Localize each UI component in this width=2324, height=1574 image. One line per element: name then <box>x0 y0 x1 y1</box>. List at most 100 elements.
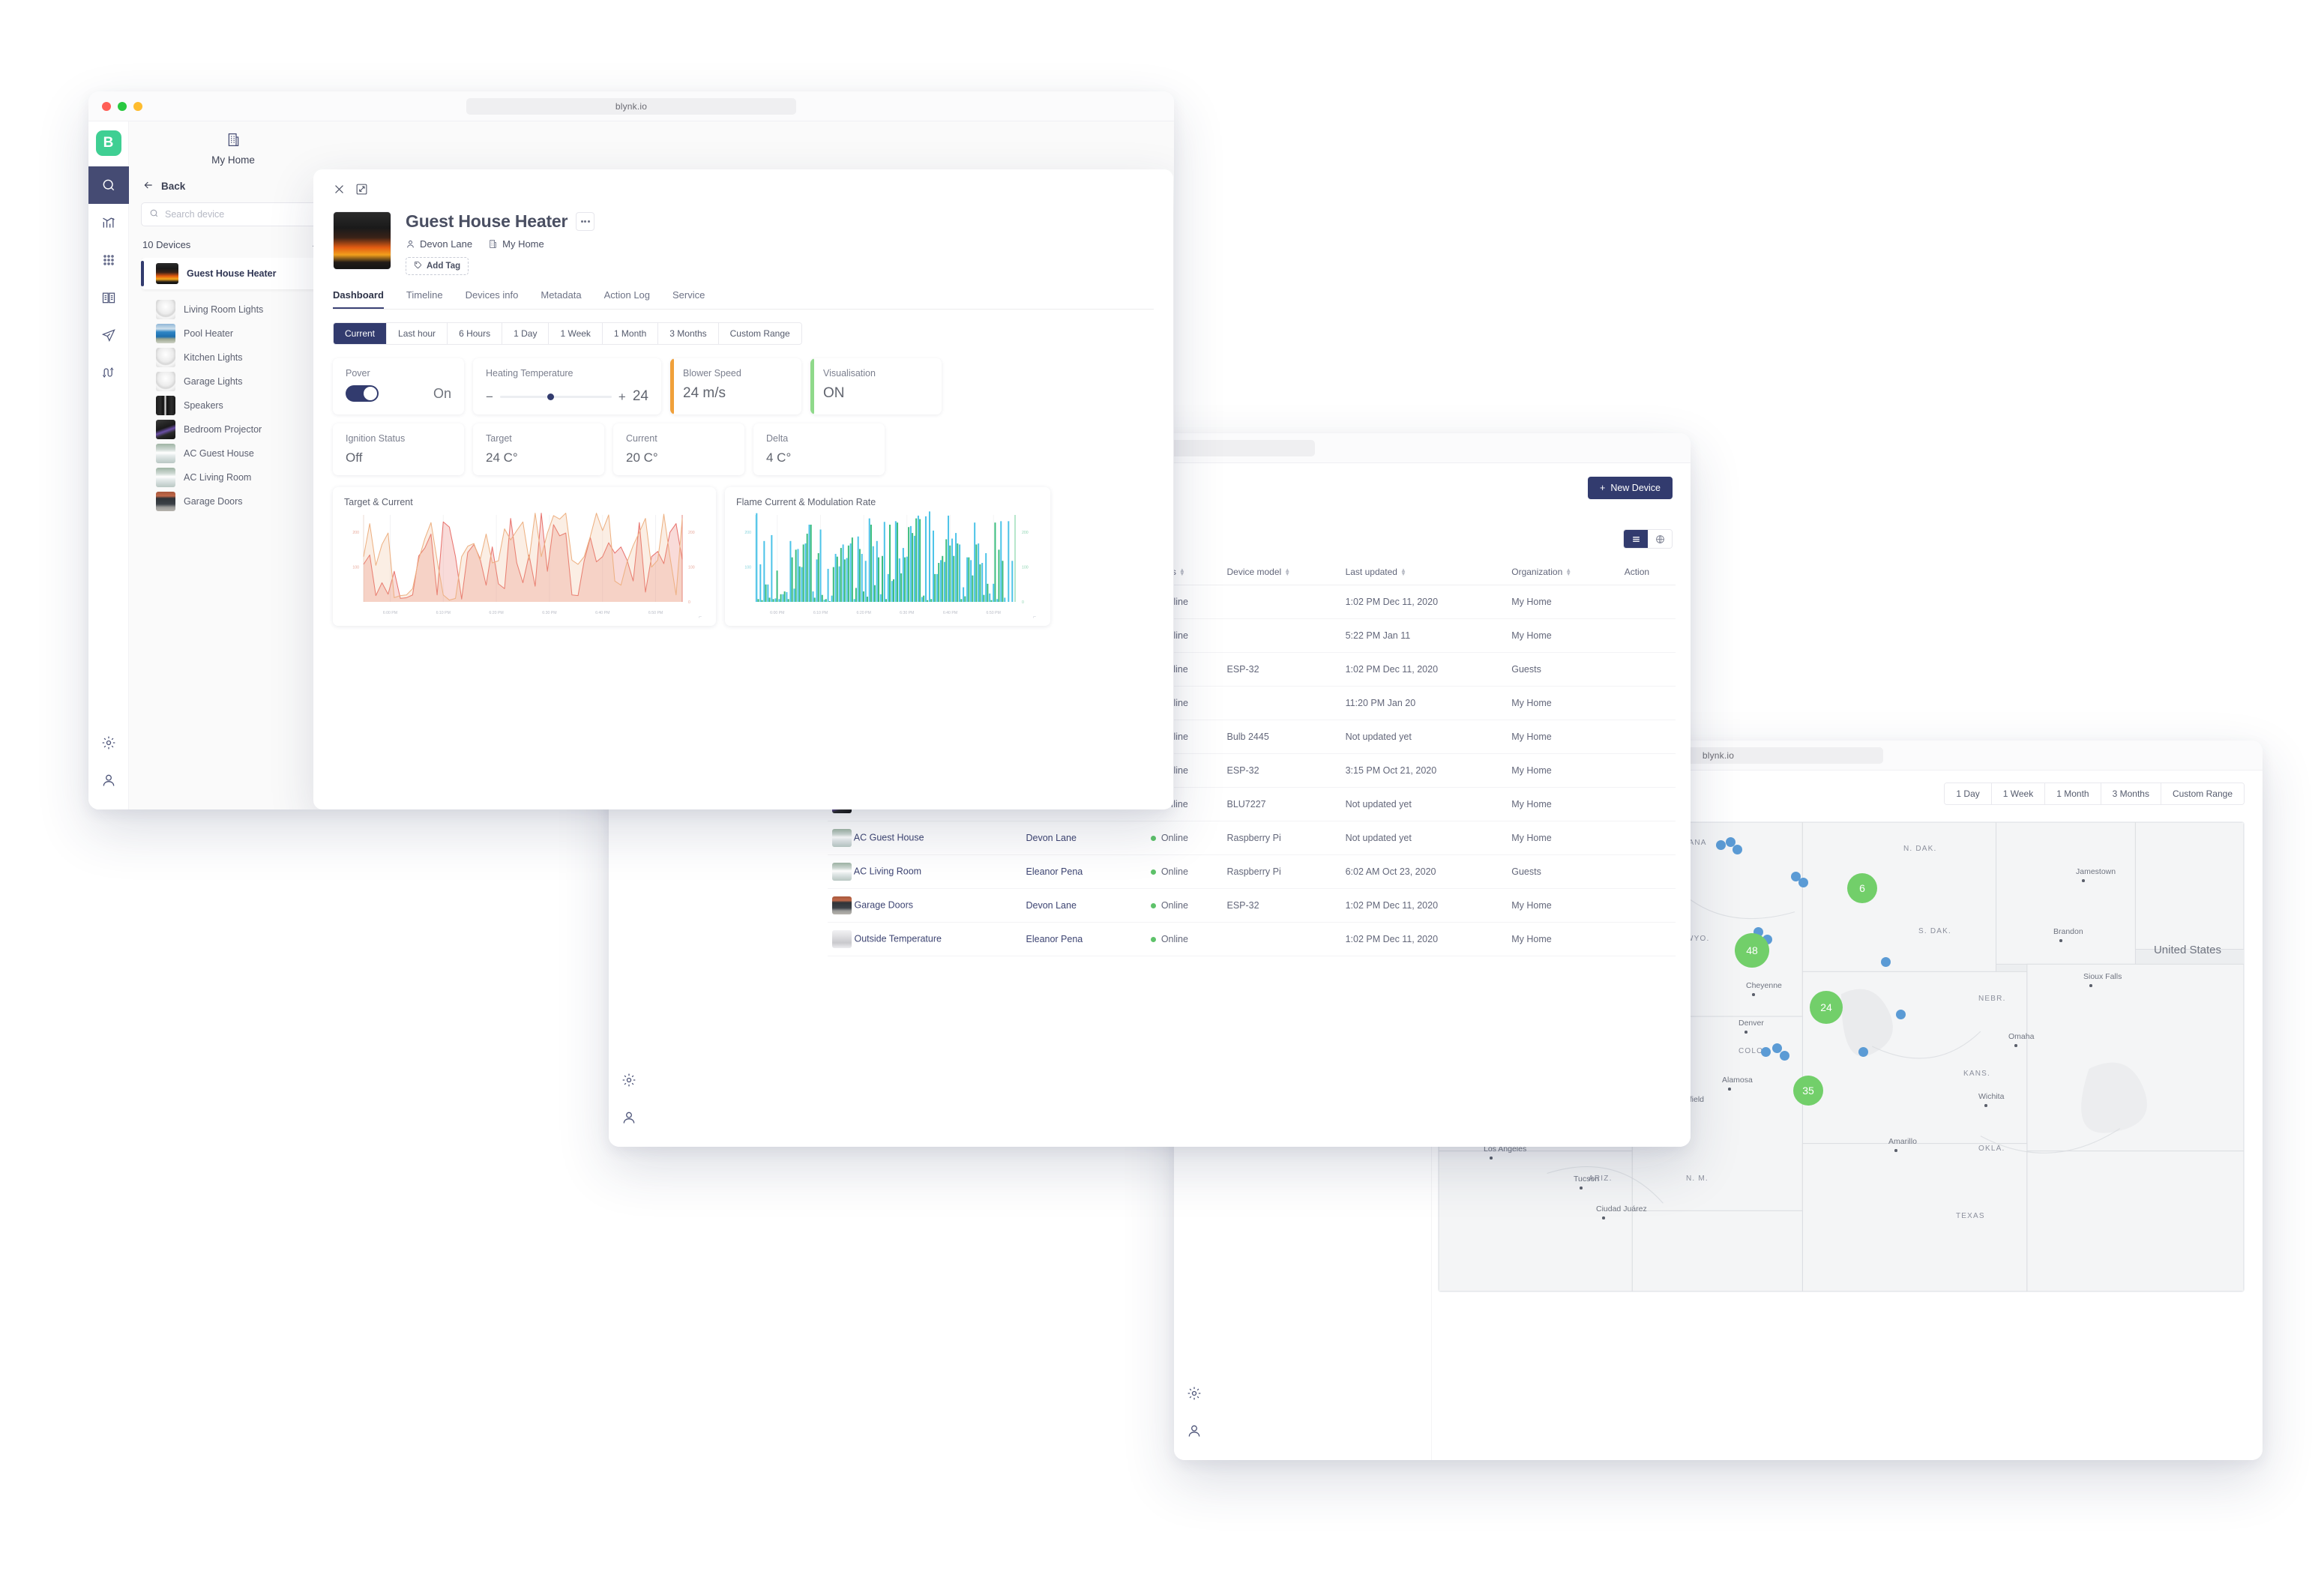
sidebar-item-organizations[interactable] <box>88 279 129 316</box>
user-icon[interactable] <box>88 762 129 799</box>
area-chart-canvas[interactable]: 6:00 PM 6:10 PM 6:20 PM 6:30 PM 6:40 PM 6:50 … <box>344 510 705 620</box>
cell-action[interactable] <box>1619 720 1676 754</box>
sidebar-item-analytics[interactable] <box>88 204 129 241</box>
tab-timeline[interactable]: Timeline <box>406 289 443 309</box>
more-options-button[interactable] <box>576 212 595 231</box>
map-cluster-marker[interactable]: 6 <box>1847 873 1877 903</box>
sidebar-item-search[interactable] <box>88 166 129 204</box>
tab-service[interactable]: Service <box>672 289 705 309</box>
close-icon[interactable] <box>333 183 346 199</box>
range-last-hour[interactable]: Last hour <box>387 323 448 344</box>
table-row[interactable]: AC Guest House Devon Lane Online Raspberry … <box>828 821 1676 855</box>
range-selector-3[interactable]: 1 Day 1 Week 1 Month 3 Months Custom Range <box>1944 783 2245 805</box>
decrement-button[interactable]: − <box>486 391 493 403</box>
window-controls-1[interactable] <box>88 101 142 111</box>
device-list-item-selected[interactable]: Guest House Heater <box>141 258 325 290</box>
map-device-pin[interactable] <box>1896 1010 1906 1019</box>
close-dot[interactable] <box>102 101 111 111</box>
sidebar-item-grid[interactable] <box>88 241 129 279</box>
detail-tabs[interactable]: Dashboard Timeline Devices info Metadata Act… <box>333 289 1154 310</box>
device-list-item[interactable]: Bedroom Projector <box>141 417 325 441</box>
address-bar-1[interactable]: blynk.io <box>466 97 796 115</box>
map-view-button[interactable] <box>1648 530 1672 548</box>
cell-action[interactable] <box>1619 686 1676 720</box>
cell-action[interactable] <box>1619 854 1676 889</box>
gear-icon[interactable] <box>88 724 129 762</box>
device-list-item[interactable]: Garage Lights <box>141 370 325 394</box>
device-list-item[interactable]: Pool Heater <box>141 322 325 346</box>
table-row[interactable]: Outside Temperature Eleanor Pena Online 1:0… <box>828 922 1676 956</box>
map-device-pin[interactable] <box>1881 957 1891 967</box>
increment-button[interactable]: + <box>618 391 626 403</box>
device-list-item[interactable]: Living Room Lights <box>141 298 325 322</box>
tab-dashboard[interactable]: Dashboard <box>333 289 384 309</box>
device-list-item[interactable]: Speakers <box>141 394 325 417</box>
cell-action[interactable] <box>1619 922 1676 956</box>
column-header-last-updated[interactable]: Last updated ▲ ▼ <box>1340 559 1508 585</box>
range3-1-day[interactable]: 1 Day <box>1945 783 1992 804</box>
range-custom-range[interactable]: Custom Range <box>718 323 801 344</box>
search-input[interactable]: Search device <box>141 202 325 226</box>
range-1-day[interactable]: 1 Day <box>502 323 550 344</box>
cell-action[interactable] <box>1619 585 1676 619</box>
gear-icon[interactable] <box>609 1061 649 1099</box>
range-selector[interactable]: Current Last hour 6 Hours 1 Day 1 Week 1 Mont… <box>333 322 802 345</box>
tab-metadata[interactable]: Metadata <box>541 289 581 309</box>
map-device-pin[interactable] <box>1780 1051 1789 1061</box>
table-row[interactable]: Garage Doors Devon Lane Online ESP-32 1:02 P… <box>828 888 1676 923</box>
x-tick-label: 6:10 PM <box>436 611 451 615</box>
gear-icon[interactable] <box>1174 1375 1214 1412</box>
range-6-hours[interactable]: 6 Hours <box>448 323 503 344</box>
cell-action[interactable] <box>1619 618 1676 653</box>
map-device-pin[interactable] <box>1761 1047 1771 1057</box>
new-device-button[interactable]: + New Device <box>1588 477 1673 499</box>
page-title: Guest House Heater <box>406 211 568 231</box>
column-header-organization[interactable]: Organization ▲ ▼ <box>1507 559 1620 585</box>
power-toggle[interactable] <box>346 385 379 402</box>
view-toggle[interactable] <box>1623 529 1673 549</box>
cell-action[interactable] <box>1619 888 1676 923</box>
expand-icon[interactable] <box>355 183 368 199</box>
maximize-dot[interactable] <box>133 101 142 111</box>
map-device-pin[interactable] <box>1858 1047 1868 1057</box>
map-cluster-marker[interactable]: 24 <box>1810 991 1843 1024</box>
add-tag-button[interactable]: Add Tag <box>406 257 469 275</box>
sidebar-item-send[interactable] <box>88 316 129 354</box>
range3-3-months[interactable]: 3 Months <box>2101 783 2161 804</box>
user-icon[interactable] <box>609 1099 649 1136</box>
cell-action[interactable] <box>1619 787 1676 821</box>
range-current[interactable]: Current <box>334 323 388 344</box>
sidebar-item-automations[interactable] <box>88 354 129 391</box>
cell-action[interactable] <box>1619 652 1676 687</box>
bar-chart-canvas[interactable]: 6:00 PM 6:10 PM 6:20 PM 6:30 PM 6:40 PM 6:50 … <box>736 510 1039 620</box>
cell-action[interactable] <box>1619 821 1676 855</box>
tab-devices-info[interactable]: Devices info <box>466 289 519 309</box>
device-list-item[interactable]: AC Guest House <box>141 441 325 465</box>
list-view-button[interactable] <box>1624 530 1648 548</box>
bar-modulation-rate <box>975 544 978 602</box>
map-device-pin[interactable] <box>1798 878 1808 887</box>
range3-1-week[interactable]: 1 Week <box>1991 783 2046 804</box>
map-cluster-marker[interactable]: 35 <box>1793 1076 1823 1106</box>
minimize-dot[interactable] <box>118 101 127 111</box>
device-list-item[interactable]: Kitchen Lights <box>141 346 325 370</box>
range3-custom-range[interactable]: Custom Range <box>2161 783 2244 804</box>
map-device-pin[interactable] <box>1733 845 1742 854</box>
map-cluster-marker[interactable]: 48 <box>1735 933 1769 968</box>
device-list[interactable]: Guest House Heater Living Room Lights Pool… <box>141 258 325 809</box>
range-3-months[interactable]: 3 Months <box>658 323 719 344</box>
column-header-device-model[interactable]: Device model ▲ ▼ <box>1222 559 1341 585</box>
range-1-week[interactable]: 1 Week <box>549 323 603 344</box>
device-list-item[interactable]: Garage Doors <box>141 489 325 513</box>
cell-action[interactable] <box>1619 753 1676 788</box>
range-1-month[interactable]: 1 Month <box>602 323 659 344</box>
map-device-pin[interactable] <box>1716 840 1726 850</box>
tab-action-log[interactable]: Action Log <box>604 289 650 309</box>
user-icon[interactable] <box>1174 1412 1214 1450</box>
device-list-item[interactable]: AC Living Room <box>141 465 325 489</box>
table-row[interactable]: AC Living Room Eleanor Pena Online Raspberr… <box>828 854 1676 889</box>
range3-1-month[interactable]: 1 Month <box>2045 783 2101 804</box>
temperature-slider[interactable] <box>499 393 612 400</box>
column-header-action[interactable]: Action <box>1619 559 1676 585</box>
back-button[interactable]: Back <box>141 173 325 202</box>
